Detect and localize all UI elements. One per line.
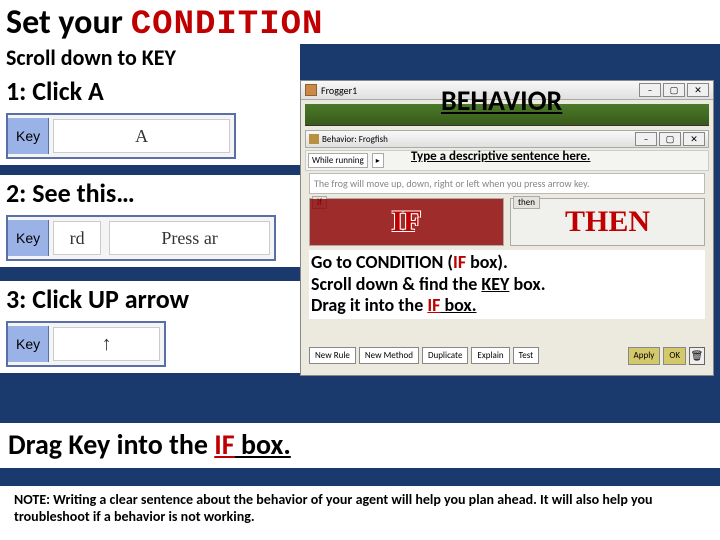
new-method-button[interactable]: New Method: [359, 347, 419, 364]
inner-close-button[interactable]: ✕: [683, 132, 705, 146]
new-rule-button[interactable]: New Rule: [309, 347, 356, 364]
slide: Set your CONDITION Scroll down to KEY 1:…: [0, 0, 720, 540]
outer-title: Frogger1: [321, 84, 357, 97]
outer-titlebar: Frogger1 – ▢ ✕: [301, 81, 713, 100]
maximize-button[interactable]: ▢: [663, 83, 685, 97]
keybox-2-field-left[interactable]: rd: [53, 221, 101, 255]
if-box[interactable]: if IF: [309, 198, 504, 246]
minimize-button[interactable]: –: [639, 83, 661, 97]
duplicate-button[interactable]: Duplicate: [422, 347, 468, 364]
drag-key-line: Drag Key into the IF box.: [0, 423, 720, 468]
inner-maximize-button[interactable]: ▢: [659, 132, 681, 146]
step-2: 2: See this…: [0, 175, 300, 211]
if-overlay-text: IF: [392, 205, 422, 239]
close-button[interactable]: ✕: [687, 83, 709, 97]
if-tab: if: [312, 196, 327, 209]
sentence-input[interactable]: The frog will move up, down, right or le…: [309, 173, 705, 194]
bottom-toolbar: New Rule New Method Duplicate Explain Te…: [309, 347, 705, 365]
keybox-1[interactable]: Key A: [6, 113, 236, 159]
keybox-1-tab: Key: [8, 118, 49, 154]
keybox-3-wrap: Key ↑: [0, 317, 300, 373]
if-overlay: IF: [310, 199, 503, 245]
keybox-1-field[interactable]: A: [53, 119, 230, 153]
then-tab: then: [513, 196, 540, 209]
right-column: Frogger1 – ▢ ✕ BEHAVIOR Behavior: Frogfi…: [300, 80, 714, 376]
inner-app-icon: [309, 134, 319, 144]
keybox-3-tab: Key: [8, 326, 49, 362]
toolbar: While running ▸: [305, 150, 709, 171]
toolbar-arrow-icon[interactable]: ▸: [372, 153, 384, 168]
inner-titlebar: Behavior: Frogfish – ▢ ✕: [305, 130, 709, 148]
if-then-row: if IF then THEN: [309, 198, 705, 246]
trash-icon[interactable]: 🗑: [689, 347, 705, 365]
title-set-your: Set your: [6, 2, 123, 43]
note-text: NOTE: Writing a clear sentence about the…: [0, 486, 720, 540]
step-3: 3: Click UP arrow: [0, 281, 300, 317]
title-row: Set your CONDITION: [0, 0, 720, 44]
app-window: Frogger1 – ▢ ✕ BEHAVIOR Behavior: Frogfi…: [300, 80, 714, 376]
inner-title: Behavior: Frogfish: [322, 134, 388, 145]
ok-button[interactable]: OK: [663, 347, 686, 365]
grass-strip: [305, 104, 709, 126]
app-icon: [305, 84, 317, 96]
test-button[interactable]: Test: [513, 347, 540, 364]
window-buttons: – ▢ ✕: [639, 83, 709, 97]
instr-line-1: Go to CONDITION (IF box).: [311, 252, 703, 274]
scroll-down-line: Scroll down to KEY: [0, 44, 300, 73]
keybox-2[interactable]: Key rd Press ar: [6, 215, 276, 261]
explain-button[interactable]: Explain: [471, 347, 509, 364]
keybox-2-tab: Key: [8, 220, 49, 256]
keybox-1-wrap: Key A: [0, 109, 300, 165]
step-1: 1: Click A: [0, 73, 300, 109]
while-running-button[interactable]: While running: [308, 153, 368, 168]
keybox-3[interactable]: Key ↑: [6, 321, 166, 367]
instr-line-2: Scroll down & find the KEY box.: [311, 274, 703, 296]
then-box[interactable]: then THEN: [510, 198, 705, 246]
instr-line-3: Drag it into the IF box.: [311, 295, 703, 317]
inner-minimize-button[interactable]: –: [635, 132, 657, 146]
instruction-block: Go to CONDITION (IF box). Scroll down & …: [309, 250, 705, 319]
keybox-2-wrap: Key rd Press ar: [0, 211, 300, 267]
left-column: Scroll down to KEY 1: Click A Key A 2: S…: [0, 44, 300, 373]
keybox-3-field[interactable]: ↑: [53, 327, 160, 361]
title-condition: CONDITION: [131, 6, 324, 44]
apply-button[interactable]: Apply: [628, 347, 661, 365]
keybox-2-field-right[interactable]: Press ar: [109, 221, 270, 255]
